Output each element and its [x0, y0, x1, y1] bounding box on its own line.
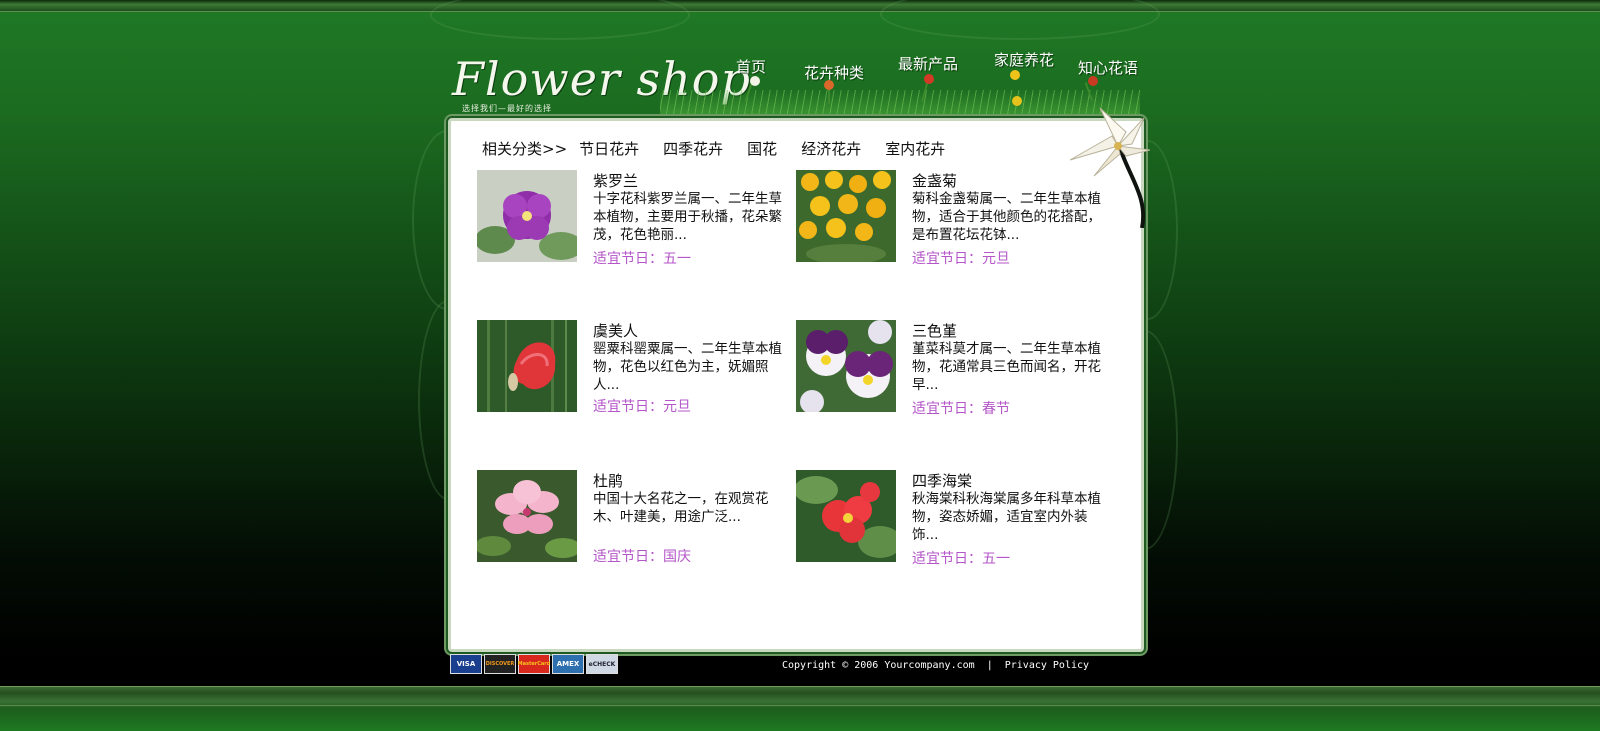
product-holiday: 适宜节日：国庆	[593, 549, 691, 565]
product-card: 紫罗兰 十字花科紫罗兰属一、二年生草本植物，主要用于秋播，花朵繁茂，花色艳丽..…	[477, 170, 797, 270]
discover-card-icon[interactable]: DISCOVER	[484, 654, 516, 674]
product-card: 三色堇 堇菜科莫才属一、二年生草本植物，花通常具三色而闻名，开花早... 适宜节…	[796, 320, 1116, 420]
category-national-flowers[interactable]: 国花	[747, 138, 777, 159]
payment-cards: VISA DISCOVER MasterCard AMEX eCHECK	[450, 654, 618, 674]
product-image-purple-violet[interactable]	[477, 170, 577, 262]
product-title[interactable]: 虞美人	[593, 320, 638, 341]
product-image-pansy[interactable]	[796, 320, 896, 412]
product-title[interactable]: 三色堇	[912, 320, 957, 341]
echeck-icon[interactable]: eCHECK	[586, 654, 618, 674]
product-title[interactable]: 四季海棠	[912, 470, 972, 491]
copyright-text: Copyright © 2006 Yourcompany.com	[782, 660, 975, 671]
product-holiday: 适宜节日：元旦	[593, 399, 691, 415]
mastercard-icon[interactable]: MasterCard	[518, 654, 550, 674]
product-holiday: 适宜节日：元旦	[912, 251, 1010, 267]
nav-flower-icon	[924, 74, 934, 84]
product-image-azalea[interactable]	[477, 470, 577, 562]
footer-separator: |	[986, 660, 993, 671]
category-holiday-flowers[interactable]: 节日花卉	[579, 138, 639, 159]
nav-item-home[interactable]: 首页	[736, 56, 766, 77]
bottom-decorative-band	[0, 686, 1600, 731]
nav-item-flower-language[interactable]: 知心花语	[1078, 57, 1138, 78]
product-title[interactable]: 金盏菊	[912, 170, 957, 191]
nav-item-new-products[interactable]: 最新产品	[898, 53, 958, 74]
background-swirl	[430, 0, 690, 40]
product-image-red-poppy[interactable]	[477, 320, 577, 412]
nav-flower-icon	[824, 80, 834, 90]
logo-tagline: 选择我们—最好的选择	[462, 104, 552, 113]
category-seasonal-flowers[interactable]: 四季花卉	[663, 138, 723, 159]
nav-flower-icon	[1088, 76, 1098, 86]
product-holiday: 适宜节日：五一	[593, 251, 691, 267]
product-holiday: 适宜节日：五一	[912, 551, 1010, 567]
product-description: 中国十大名花之一，在观赏花木、叶建美，用途广泛...	[593, 491, 769, 525]
product-description: 十字花科紫罗兰属一、二年生草本植物，主要用于秋播，花朵繁茂，花色艳丽...	[593, 191, 782, 243]
product-holiday: 适宜节日：春节	[912, 401, 1010, 417]
amex-card-icon[interactable]: AMEX	[552, 654, 584, 674]
product-card: 四季海棠 秋海棠科秋海棠属多年科草本植物，姿态娇媚，适宜室内外装饰... 适宜节…	[796, 470, 1116, 570]
product-description: 菊科金盏菊属一、二年生草本植物，适合于其他颜色的花搭配，是布置花坛花钵...	[912, 191, 1101, 243]
product-card: 杜鹃 中国十大名花之一，在观赏花木、叶建美，用途广泛... 适宜节日：国庆	[477, 470, 797, 570]
category-label: 相关分类>>	[482, 139, 568, 158]
category-economic-flowers[interactable]: 经济花卉	[801, 138, 861, 159]
background-swirl	[880, 0, 1160, 40]
product-image-begonia[interactable]	[796, 470, 896, 562]
product-card: 金盏菊 菊科金盏菊属一、二年生草本植物，适合于其他颜色的花搭配，是布置花坛花钵.…	[796, 170, 1116, 270]
top-decorative-band	[0, 0, 1600, 12]
privacy-policy-link[interactable]: Privacy Policy	[1005, 660, 1089, 671]
product-image-marigold[interactable]	[796, 170, 896, 262]
nav-flower-icon	[750, 76, 760, 86]
product-title[interactable]: 杜鹃	[593, 470, 623, 491]
product-card: 虞美人 罂粟科罂粟属一、二年生草本植物，花色以红色为主，妩媚照人... 适宜节日…	[477, 320, 797, 420]
product-description: 秋海棠科秋海棠属多年科草本植物，姿态娇媚，适宜室内外装饰...	[912, 491, 1101, 543]
product-description: 罂粟科罂粟属一、二年生草本植物，花色以红色为主，妩媚照人...	[593, 341, 782, 393]
copyright: Copyright © 2006 Yourcompany.com | Priva…	[782, 660, 1089, 671]
category-bar: 相关分类>> 节日花卉 四季花卉 国花 经济花卉 室内花卉	[482, 136, 969, 160]
nav-flower-icon	[1012, 96, 1022, 106]
product-description: 堇菜科莫才属一、二年生草本植物，花通常具三色而闻名，开花早...	[912, 341, 1101, 393]
nav-item-home-gardening[interactable]: 家庭养花	[994, 49, 1054, 70]
visa-card-icon[interactable]: VISA	[450, 654, 482, 674]
category-indoor-flowers[interactable]: 室内花卉	[885, 138, 945, 159]
product-title[interactable]: 紫罗兰	[593, 170, 638, 191]
nav-item-flower-types[interactable]: 花卉种类	[804, 62, 864, 83]
nav-flower-icon	[1010, 70, 1020, 80]
